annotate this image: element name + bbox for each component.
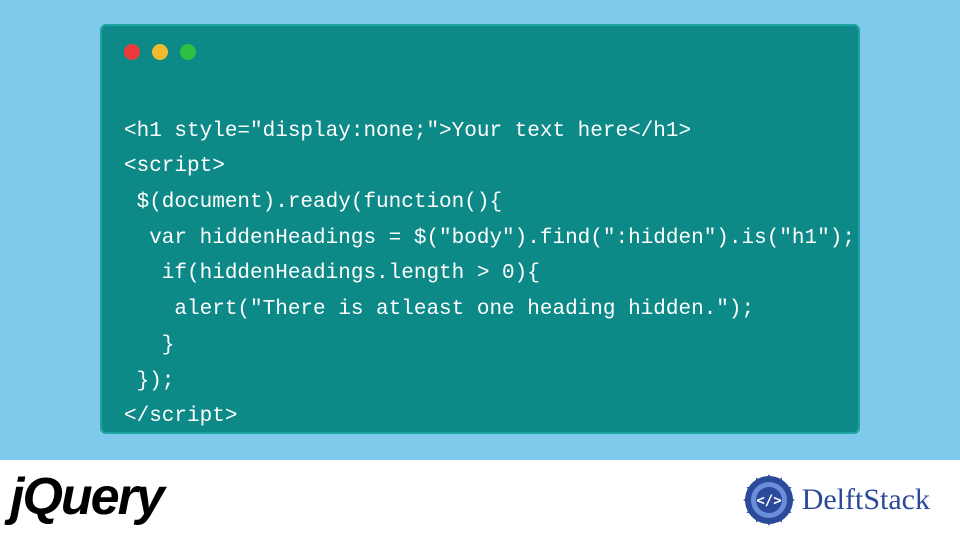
code-line: <h1 style="display:none;">Your text here… — [124, 120, 691, 143]
footer-bar: jQuery — [0, 460, 960, 540]
delftstack-logo-text: DelftStack — [802, 483, 930, 517]
code-window: <h1 style="display:none;">Your text here… — [100, 24, 860, 434]
code-line: if(hiddenHeadings.length > 0){ — [124, 262, 540, 285]
close-icon — [124, 44, 140, 60]
code-line: <script> — [124, 155, 225, 178]
code-line: } — [124, 334, 174, 357]
delftstack-logo: </> DelftStack — [742, 473, 930, 527]
code-line: var hiddenHeadings = $("body").find(":hi… — [124, 227, 855, 250]
code-line: alert("There is atleast one heading hidd… — [124, 298, 754, 321]
jquery-logo-text: jQuery — [10, 467, 163, 527]
code-block: <h1 style="display:none;">Your text here… — [124, 78, 836, 435]
code-line: }); — [124, 370, 174, 393]
window-controls — [124, 44, 836, 60]
code-line: </script> — [124, 405, 237, 428]
gear-badge-icon: </> — [742, 473, 796, 527]
code-line: $(document).ready(function(){ — [124, 191, 502, 214]
minimize-icon — [152, 44, 168, 60]
jquery-logo: jQuery — [10, 470, 163, 530]
svg-text:</>: </> — [756, 493, 781, 509]
maximize-icon — [180, 44, 196, 60]
